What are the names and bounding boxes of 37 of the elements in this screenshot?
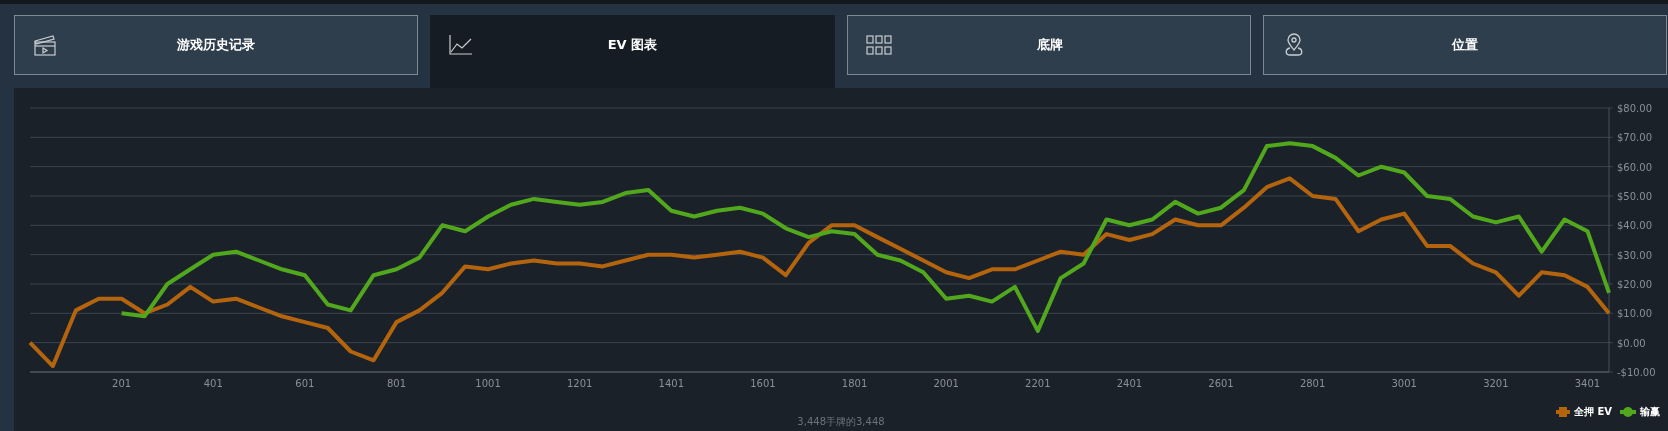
x-tick-label: 3401 [1574, 378, 1601, 389]
grid-icon [865, 35, 892, 55]
x-tick-label: 801 [386, 378, 406, 389]
y-tick-label: $10.00 [1617, 308, 1652, 320]
y-tick-label: $60.00 [1617, 161, 1652, 173]
x-tick-label: 1001 [475, 378, 501, 389]
y-tick-label: $50.00 [1617, 191, 1652, 202]
tab[interactable]: 底牌 [846, 15, 1251, 75]
y-tick-label: -$10.00 [1617, 367, 1656, 378]
legend-label: 全押 EV [1573, 405, 1612, 419]
tab[interactable]: 游戏历史记录 [14, 15, 419, 75]
x-tick-label: 1801 [841, 378, 868, 389]
x-tick-label: 2401 [1116, 378, 1143, 389]
x-tick-label: 2001 [933, 378, 959, 389]
x-tick-label: 1201 [566, 378, 593, 389]
tab[interactable]: EV 图表 [430, 15, 835, 88]
x-tick-label: 2201 [1025, 378, 1051, 389]
x-tick-label: 201 [112, 378, 132, 389]
hand-count-caption: 3,448手牌的3,448 [796, 415, 886, 429]
y-tick-label: $20.00 [1617, 279, 1652, 290]
tab[interactable]: 位置 [1262, 15, 1667, 75]
x-tick-label: 3201 [1483, 378, 1509, 389]
y-tick-label: $70.00 [1617, 132, 1652, 144]
x-tick-label: 2801 [1299, 378, 1326, 389]
y-tick-label: $30.00 [1617, 249, 1652, 261]
y-tick-label: $40.00 [1617, 220, 1652, 232]
x-tick-label: 401 [203, 378, 223, 389]
y-tick-label: $0.00 [1617, 337, 1646, 349]
legend-label: 输赢 [1640, 405, 1660, 419]
x-tick-label: 3001 [1391, 378, 1417, 389]
x-tick-label: 1601 [750, 378, 776, 389]
x-tick-label: 1401 [658, 378, 685, 389]
x-tick-label: 601 [295, 378, 315, 389]
line-chart-icon [449, 34, 474, 56]
clapperboard-icon [33, 33, 57, 57]
y-tick-label: $80.00 [1617, 103, 1652, 114]
x-tick-label: 2601 [1208, 378, 1234, 389]
